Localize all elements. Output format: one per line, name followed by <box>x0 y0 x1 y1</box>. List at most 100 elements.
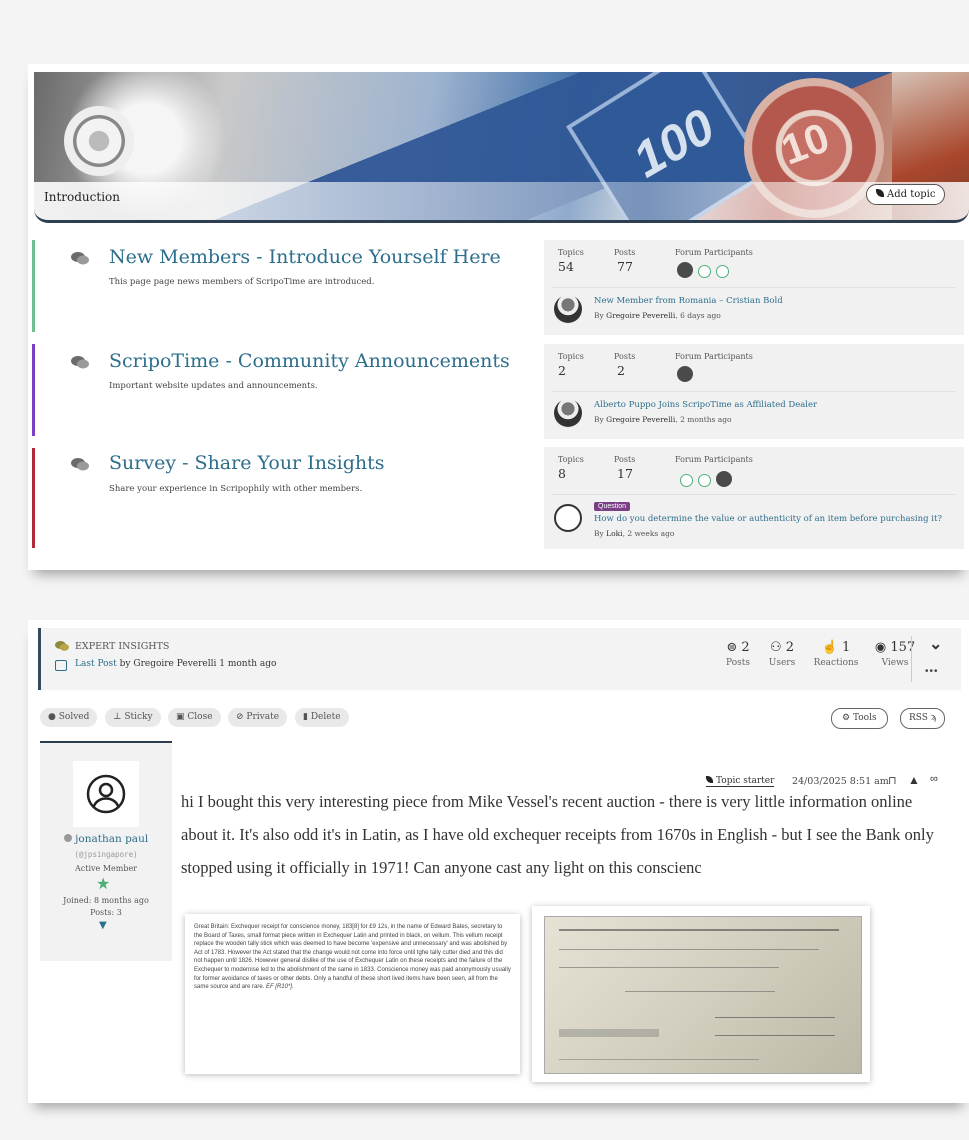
gear-icon: ⚙ <box>842 713 851 723</box>
pill-label: Solved <box>58 712 90 722</box>
stat-views: ◉ 157 Views <box>867 640 923 668</box>
last-topic-byline: By Gregoire Peverelli, 6 days ago <box>594 311 721 320</box>
stats-divider <box>552 494 956 495</box>
category-banner-image: 100 10 <box>34 72 969 223</box>
author-link[interactable]: Gregoire Peverelli <box>606 311 675 320</box>
stat-label: Posts <box>726 658 750 668</box>
last-post-link[interactable]: Last Post <box>75 659 117 669</box>
chat-bubbles-icon <box>55 641 69 651</box>
default-avatar-icon[interactable] <box>716 265 730 278</box>
avatar[interactable] <box>677 366 693 382</box>
posts-count: 17 <box>617 466 633 481</box>
forum-row-new-members[interactable]: New Members - Introduce Yourself Here Th… <box>32 240 515 332</box>
stats-divider <box>552 391 956 392</box>
participants-label: Forum Participants <box>675 352 753 361</box>
tools-label: Tools <box>852 713 877 723</box>
question-badge: Question <box>594 502 631 511</box>
receipt-script-line <box>559 949 819 950</box>
receipt-script-line <box>625 991 775 992</box>
exchequer-receipt-photo <box>544 916 862 1074</box>
time-ago: , 2 months ago <box>675 415 732 424</box>
topics-count: 8 <box>558 466 566 481</box>
section-title[interactable]: EXPERT INSIGHTS <box>75 641 169 652</box>
posts-icon: ⊜ <box>726 640 738 655</box>
forum-stats-survey: Topics 8 Posts 17 Forum Participants Que… <box>544 447 964 549</box>
topics-label: Topics <box>558 248 584 257</box>
stat-label: Views <box>881 658 909 668</box>
receipt-script-line <box>559 967 779 968</box>
attachment-text-image[interactable]: Great Britain: Exchequer receipt for con… <box>185 914 520 1074</box>
last-topic-link[interactable]: How do you determine the value or authen… <box>594 514 942 524</box>
last-topic-link[interactable]: Alberto Puppo Joins ScripoTime as Affili… <box>594 400 817 410</box>
receipt-signature <box>715 1035 835 1036</box>
caret-down-icon[interactable]: ▼ <box>99 920 107 931</box>
author-link[interactable]: Gregoire Peverelli <box>606 415 675 424</box>
pill-label: Sticky <box>124 712 153 722</box>
header-divider <box>911 636 912 682</box>
add-topic-button[interactable]: Add topic <box>866 184 946 205</box>
posts-count: 2 <box>617 363 625 378</box>
default-avatar-icon[interactable] <box>86 774 126 814</box>
forum-title[interactable]: ScripoTime - Community Announcements <box>109 350 510 372</box>
attachment-receipt-image[interactable] <box>532 906 870 1082</box>
last-post-author[interactable]: Gregoire Peverelli <box>133 659 216 669</box>
forum-row-survey[interactable]: Survey - Share Your Insights Share your … <box>32 448 515 548</box>
category-title: Introduction <box>44 190 120 204</box>
receipt-script-line <box>559 1029 659 1037</box>
more-menu-button[interactable]: ••• <box>925 666 939 677</box>
default-avatar-icon[interactable] <box>680 474 693 487</box>
last-topic-byline: By Gregoire Peverelli, 2 months ago <box>594 415 732 424</box>
default-avatar-icon[interactable] <box>554 504 582 532</box>
author-link[interactable]: Loki <box>606 529 622 538</box>
forum-description: Share your experience in Scripophily wit… <box>109 484 363 494</box>
chevron-down-icon[interactable]: ⌄ <box>929 634 942 654</box>
stat-value: 2 <box>785 640 795 655</box>
pill-label: Private <box>246 712 280 722</box>
forum-description: This page page news members of ScripoTim… <box>109 277 375 287</box>
rss-button[interactable]: RSS ϡ <box>900 708 946 729</box>
forum-row-announcements[interactable]: ScripoTime - Community Announcements Imp… <box>32 344 515 436</box>
thumbs-up-icon: ☝ <box>821 640 838 655</box>
avatar[interactable] <box>677 262 693 278</box>
users-icon: ⚇ <box>769 640 782 655</box>
forum-stats-new-members: Topics 54 Posts 77 Forum Participants Ne… <box>544 240 964 335</box>
by-prefix: By <box>594 529 607 538</box>
tools-button[interactable]: ⚙ Tools <box>831 708 888 729</box>
posts-label: Posts <box>614 455 636 464</box>
avatar[interactable] <box>716 471 733 487</box>
last-topic-link[interactable]: New Member from Romania – Cristian Bold <box>594 296 783 306</box>
posts-label: Posts <box>614 352 636 361</box>
by-prefix: By <box>594 415 607 424</box>
solved-button[interactable]: ● Solved <box>40 708 98 727</box>
receipt-heading-line <box>559 929 839 931</box>
stats-divider <box>552 287 956 288</box>
stat-posts: ⊜ 2 Posts <box>714 640 762 668</box>
receipt-signature <box>715 1017 835 1018</box>
participants-label: Forum Participants <box>675 248 753 257</box>
chat-bubbles-icon <box>71 458 89 471</box>
forum-title[interactable]: New Members - Introduce Yourself Here <box>109 246 501 268</box>
sticky-button[interactable]: ⊥ Sticky <box>105 708 161 727</box>
avatar[interactable] <box>554 295 582 323</box>
avatar[interactable] <box>554 399 582 427</box>
private-button[interactable]: ⊘ Private <box>228 708 288 727</box>
delete-button[interactable]: ▮ Delete <box>295 708 349 727</box>
attachment-caption-grade: EF [R10*]. <box>266 984 294 991</box>
stat-value: 1 <box>842 640 851 655</box>
chat-bubbles-icon <box>71 252 89 265</box>
close-button[interactable]: ▣ Close <box>168 708 221 727</box>
default-avatar-icon[interactable] <box>698 474 712 487</box>
banner-seal-left <box>64 106 134 176</box>
default-avatar-icon[interactable] <box>698 265 712 278</box>
star-icon: ★ <box>96 874 111 893</box>
author-joined: Joined: 8 months ago <box>63 896 149 905</box>
attachment-caption: Great Britain: Exchequer receipt for con… <box>194 923 512 992</box>
stat-users: ⚇ 2 Users <box>758 640 806 668</box>
attachment-caption-text: Great Britain: Exchequer receipt for con… <box>194 924 511 991</box>
banner-caption-bar <box>34 182 969 220</box>
pill-label: Delete <box>310 712 341 722</box>
forum-title[interactable]: Survey - Share Your Insights <box>109 452 385 474</box>
link-icon[interactable]: ∞ <box>930 773 938 785</box>
author-name[interactable]: jonathan paul <box>75 833 148 845</box>
pill-label: Close <box>187 712 213 722</box>
